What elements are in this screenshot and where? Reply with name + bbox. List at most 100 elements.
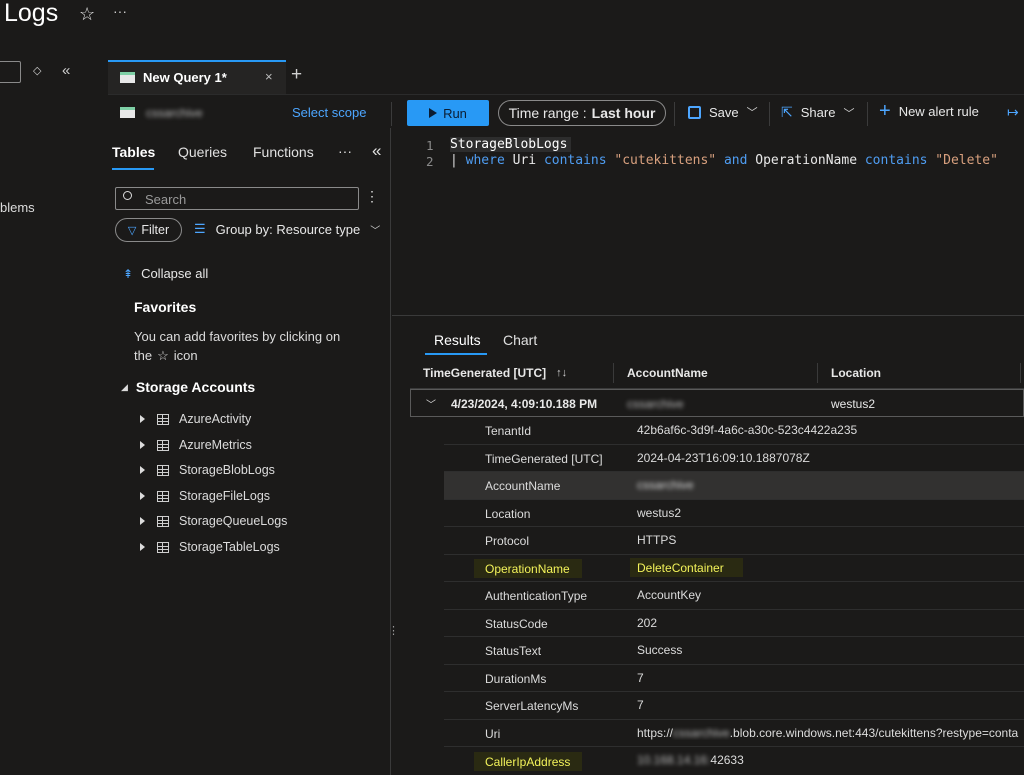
search-options-icon[interactable]: ⋮	[365, 188, 379, 205]
chevron-down-icon[interactable]: ﹀	[426, 396, 436, 411]
favorites-hint-line1: You can add favorites by clicking on	[134, 329, 341, 344]
uri-suffix: .blob.core.windows.net:443/cutekittens?r…	[729, 726, 1019, 740]
favorites-heading: Favorites	[134, 299, 197, 315]
detail-label: ServerLatencyMs	[485, 699, 579, 713]
detail-label: StatusText	[485, 644, 542, 658]
run-label: Run	[443, 105, 467, 121]
query-string: "Delete"	[927, 153, 998, 168]
detail-value: 42b6af6c-3d9f-4a6c-a30c-523c4422a235	[637, 423, 858, 437]
plus-icon: +	[879, 100, 891, 122]
detail-label: AccountName	[485, 479, 561, 493]
uri-account: cssarchive	[673, 726, 730, 740]
more-icon[interactable]: ···	[338, 143, 352, 159]
tree-item-table[interactable]: AzureActivity	[140, 410, 251, 428]
column-header[interactable]: AccountName	[627, 366, 708, 380]
filter-button[interactable]: ▽ Filter	[115, 218, 182, 242]
detail-label: CallerIpAddress	[485, 755, 571, 769]
time-range-button[interactable]: Time range : Last hour	[498, 100, 666, 126]
column-header[interactable]: Location	[831, 366, 881, 380]
save-button[interactable]: Save ﹀	[688, 104, 758, 120]
tab-queries[interactable]: Queries	[178, 144, 227, 160]
more-icon[interactable]: ···	[113, 3, 127, 19]
close-tab-icon[interactable]: ×	[265, 69, 273, 84]
search-input[interactable]: Search	[115, 187, 359, 210]
updown-icon[interactable]: ◇	[33, 64, 41, 77]
tab-tables[interactable]: Tables	[112, 144, 155, 160]
add-tab-icon[interactable]: +	[291, 64, 302, 86]
tree-item-table[interactable]: StorageQueueLogs	[140, 512, 287, 530]
tab-results-underline	[425, 353, 487, 355]
collapse-nav-icon[interactable]: «	[62, 62, 70, 79]
select-scope-link[interactable]: Select scope	[292, 105, 366, 120]
table-icon	[157, 541, 169, 553]
detail-value: westus2	[637, 506, 682, 520]
query-field: OperationName	[747, 153, 865, 168]
tab-chart[interactable]: Chart	[503, 332, 537, 348]
row-divider	[444, 499, 1024, 500]
query-line-1: StorageBlobLogs	[450, 137, 572, 152]
filter-icon: ▽	[127, 224, 137, 237]
column-divider[interactable]	[1020, 363, 1021, 383]
table-name: StorageQueueLogs	[179, 514, 288, 528]
time-generated-cell: 4/23/2024, 4:09:10.188 PM	[451, 397, 598, 411]
row-divider	[444, 609, 1024, 610]
caret-right-icon	[140, 466, 145, 474]
row-divider	[444, 526, 1024, 527]
table-icon	[157, 464, 169, 476]
storage-accounts-heading[interactable]: ◢ Storage Accounts	[121, 379, 255, 395]
favorites-hint-line2: the ☆ icon	[134, 348, 198, 364]
star-icon[interactable]: ☆	[79, 4, 95, 25]
collapse-all-button[interactable]: ⇞ Collapse all	[123, 266, 208, 281]
detail-value: cssarchive	[637, 478, 694, 492]
detail-label: Location	[485, 507, 531, 521]
chevron-down-icon: ﹀	[746, 107, 758, 119]
query-editor[interactable]: 1 2 StorageBlobLogs | where Uri contains…	[392, 128, 1024, 315]
tab-results[interactable]: Results	[434, 332, 481, 348]
run-button[interactable]: Run	[407, 100, 489, 126]
sort-icon[interactable]: ↑↓	[556, 367, 567, 379]
export-icon[interactable]: ↦	[1007, 104, 1019, 121]
caret-right-icon	[140, 517, 145, 525]
tree-item-table[interactable]: StorageBlobLogs	[140, 461, 275, 479]
left-nav-input[interactable]	[0, 61, 21, 83]
share-button[interactable]: ⇱ Share ﹀	[781, 104, 854, 121]
row-divider	[444, 444, 1024, 445]
chevron-down-icon: ﹀	[843, 107, 855, 120]
detail-value: 7	[637, 671, 644, 685]
tree-item-table[interactable]: AzureMetrics	[140, 436, 252, 454]
group-by-icon: ☰	[194, 221, 206, 236]
collapse-all-label: Collapse all	[141, 266, 209, 281]
query-tab-icon	[120, 72, 135, 83]
tree-item-table[interactable]: StorageTableLogs	[140, 538, 280, 556]
collapse-panel-icon[interactable]: «	[372, 141, 381, 161]
left-nav-item[interactable]: blems	[0, 200, 35, 215]
query-operator: contains	[864, 153, 928, 168]
detail-value: 7	[637, 698, 644, 712]
chevron-down-icon: ﹀	[370, 225, 381, 237]
collapse-all-icon: ⇞	[123, 266, 134, 281]
query-operator: contains	[543, 153, 607, 168]
column-divider[interactable]	[817, 363, 818, 383]
result-row-expanded[interactable]: ﹀ 4/23/2024, 4:09:10.188 PM cssarchive w…	[410, 389, 1024, 417]
detail-value: Success	[637, 643, 683, 657]
ip-port: 42633	[710, 753, 744, 767]
row-divider	[444, 554, 1024, 555]
detail-label: StatusCode	[485, 617, 548, 631]
tab-functions[interactable]: Functions	[253, 144, 314, 160]
table-name: StorageBlobLogs	[179, 463, 275, 477]
tab-new-query[interactable]: New Query 1* ×	[108, 60, 286, 94]
column-divider[interactable]	[613, 363, 614, 383]
group-by-button[interactable]: ☰ Group by: Resource type ﹀	[194, 221, 380, 237]
toolbar-separator	[391, 102, 392, 126]
caret-down-icon: ◢	[121, 381, 128, 392]
column-header[interactable]: TimeGenerated [UTC] ↑↓	[423, 366, 567, 380]
splitter-handle[interactable]: ⋮	[388, 624, 399, 637]
detail-label: DurationMs	[485, 672, 547, 686]
tree-item-table[interactable]: StorageFileLogs	[140, 487, 270, 505]
detail-label: Protocol	[485, 534, 530, 548]
star-icon: ☆	[157, 348, 169, 363]
new-alert-rule-button[interactable]: + New alert rule	[879, 100, 979, 122]
toolbar-separator	[867, 102, 868, 126]
detail-value: 10.168.14.16:42633	[637, 753, 744, 767]
query-tab-label: New Query 1*	[143, 70, 227, 85]
